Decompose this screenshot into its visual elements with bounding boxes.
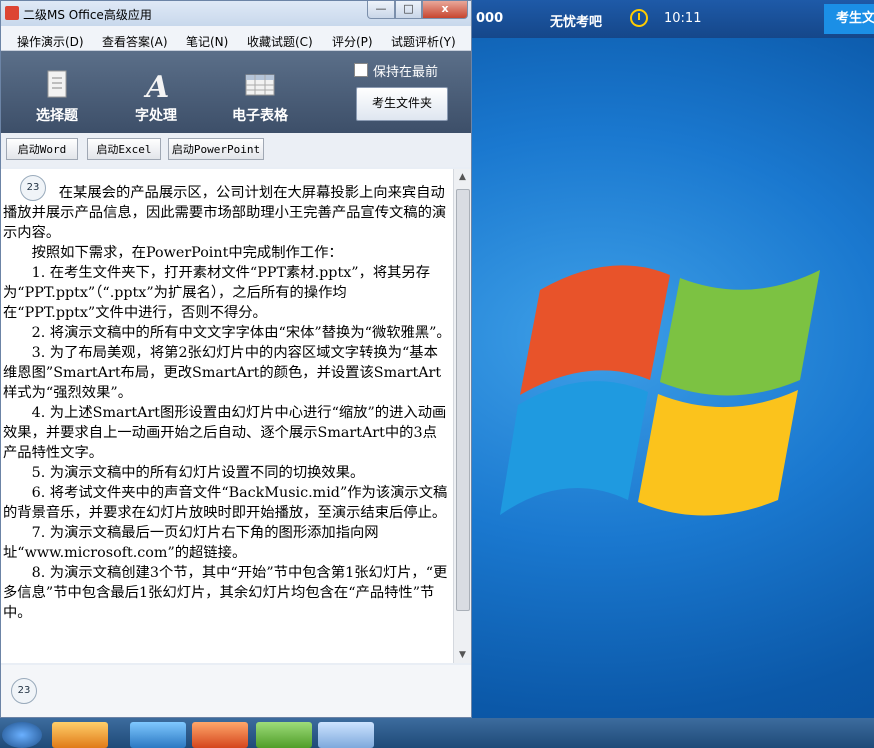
topbar-candidate-button[interactable]: 考生文: [824, 4, 874, 34]
word-icon: A: [143, 70, 169, 101]
title-bar: 二级MS Office高级应用 — □ x: [1, 1, 471, 26]
app-icon: [5, 6, 19, 20]
close-button[interactable]: x: [422, 1, 468, 19]
clock-icon: [630, 9, 648, 27]
question-paragraph: 1. 在考生文件夹下，打开素材文件“PPT素材.pptx”，将其另存为“PPT.…: [3, 265, 431, 321]
site-name: 无忧考吧: [550, 15, 603, 30]
maximize-button[interactable]: □: [395, 1, 422, 19]
bottom-question-badge: 23: [11, 678, 37, 704]
taskbar-app-3[interactable]: [192, 722, 248, 748]
question-paragraph: 在某展会的产品展示区，公司计划在大屏幕投影上向来宾自动播放并展示产品信息，因此需…: [3, 185, 447, 241]
menu-answer[interactable]: 查看答案(A): [102, 33, 168, 50]
windows-flag-icon: [500, 265, 820, 516]
minimize-button[interactable]: —: [367, 1, 395, 19]
question-paragraph: 5. 为演示文稿中的所有幻灯片设置不同的切换效果。: [31, 465, 365, 481]
candidate-folder-button[interactable]: 考生文件夹: [356, 87, 448, 121]
question-paragraph: 4. 为上述SmartArt图形设置由幻灯片中心进行“缩放”的进入动画效果，并要…: [3, 405, 447, 461]
taskbar: [0, 718, 874, 748]
question-paragraph: 7. 为演示文稿最后一页幻灯片右下角的图形添加指向网址“www.microsof…: [3, 525, 379, 561]
question-paragraph: 按照如下需求，在PowerPoint中完成制作工作：: [31, 245, 343, 261]
taskbar-app-4[interactable]: [256, 722, 312, 748]
select-label: 选择题: [36, 108, 78, 124]
exam-topbar: 000 无忧考吧 10:11 考生文: [470, 0, 874, 38]
menu-bar: 操作演示(D) 查看答案(A) 笔记(N) 收藏试题(C) 评分(P) 试题评析…: [1, 26, 471, 51]
taskbar-ie[interactable]: [130, 722, 186, 748]
vertical-scrollbar[interactable]: ▲ ▼: [453, 169, 471, 663]
scroll-thumb[interactable]: [456, 189, 470, 611]
menu-demo[interactable]: 操作演示(D): [17, 33, 84, 50]
window-title: 二级MS Office高级应用: [23, 8, 152, 22]
question-paragraph: 2. 将演示文稿中的所有中文文字字体由“宋体”替换为“微软雅黑”。: [31, 325, 451, 341]
start-icon[interactable]: [2, 722, 42, 748]
launch-powerpoint-button[interactable]: 启动PowerPoint: [168, 138, 264, 160]
menu-score[interactable]: 评分(P): [332, 33, 373, 50]
word-label: 字处理: [135, 108, 177, 124]
taskbar-app-1[interactable]: [52, 722, 108, 748]
launch-bar: 启动Word 启动Excel 启动PowerPoint: [1, 133, 471, 167]
topmost-label: 保持在最前: [373, 65, 439, 80]
menu-notes[interactable]: 笔记(N): [186, 33, 228, 50]
excel-label: 电子表格: [232, 108, 288, 124]
question-paragraph: 6. 将考试文件夹中的声音文件“BackMusic.mid”作为该演示文稿的背景…: [3, 485, 448, 521]
excel-icon: [245, 74, 275, 96]
word-question-button[interactable]: A 字处理: [116, 51, 196, 131]
menu-analysis[interactable]: 试题评析(Y): [391, 33, 456, 50]
menu-favorite[interactable]: 收藏试题(C): [247, 33, 313, 50]
excel-question-button[interactable]: 电子表格: [220, 51, 300, 131]
question-paragraph: 3. 为了布局美观，将第2张幻灯片中的内容区域文字转换为“基本维恩图”Smart…: [3, 345, 442, 401]
topbar-left-text: 000: [476, 11, 504, 26]
question-paragraph: 8. 为演示文稿创建3个节，其中“开始”节中包含第1张幻灯片，“更多信息”节中包…: [3, 565, 448, 621]
launch-word-button[interactable]: 启动Word: [6, 138, 78, 160]
select-icon: [47, 70, 67, 98]
taskbar-app-5[interactable]: [318, 722, 374, 748]
question-text-area[interactable]: 23 在某展会的产品展示区，公司计划在大屏幕投影上向来宾自动播放并展示产品信息，…: [1, 169, 453, 663]
app-window: 二级MS Office高级应用 — □ x 操作演示(D) 查看答案(A) 笔记…: [0, 0, 472, 718]
timer: 10:11: [664, 11, 702, 26]
scroll-down-arrow[interactable]: ▼: [454, 647, 471, 663]
question-text: 在某展会的产品展示区，公司计划在大屏幕投影上向来宾自动播放并展示产品信息，因此需…: [3, 183, 451, 623]
select-question-button[interactable]: 选择题: [17, 51, 97, 131]
svg-text:A: A: [143, 70, 169, 101]
scroll-up-arrow[interactable]: ▲: [454, 169, 471, 185]
topmost-checkbox[interactable]: [354, 63, 368, 77]
launch-excel-button[interactable]: 启动Excel: [87, 138, 161, 160]
bottom-panel: 23: [1, 665, 471, 717]
